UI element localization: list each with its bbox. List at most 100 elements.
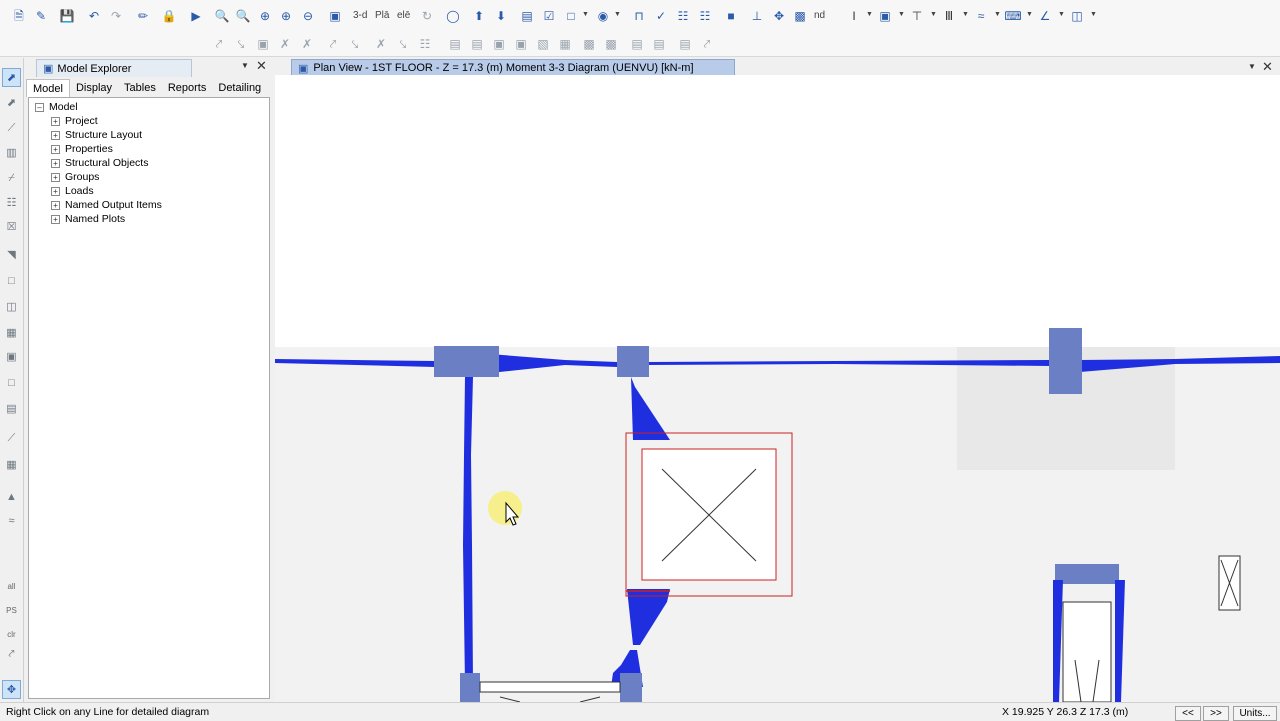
snap-intersection-icon[interactable]: ✗: [276, 35, 294, 53]
draw-beam-icon[interactable]: ⊤: [908, 7, 926, 25]
snap-end-icon[interactable]: ⤥: [346, 35, 364, 53]
run-analysis-icon[interactable]: ▶: [187, 7, 205, 25]
chevron-down-icon[interactable]: ▼: [898, 11, 905, 18]
model-explorer-title-tab[interactable]: ▣ Model Explorer: [36, 59, 192, 77]
chevron-down-icon[interactable]: ▼: [1058, 11, 1065, 18]
draw-section-icon[interactable]: Ⅲ: [940, 7, 958, 25]
chevron-down-icon[interactable]: ▼: [582, 11, 589, 18]
snap-mid-icon[interactable]: ⤤: [324, 35, 342, 53]
assign-shell-icon[interactable]: ▤: [468, 35, 486, 53]
draw-beam-tool-icon[interactable]: ⌿: [3, 170, 20, 187]
draw-text-icon[interactable]: I: [845, 7, 863, 25]
expand-icon[interactable]: +: [51, 214, 60, 224]
draw-tendon-icon[interactable]: ≈: [972, 7, 990, 25]
draw-rect-floor-icon[interactable]: □: [3, 272, 20, 289]
intersect-select-icon[interactable]: ⤤: [3, 646, 20, 663]
save-icon[interactable]: 💾: [58, 7, 76, 25]
draw-line-icon[interactable]: ⟋: [3, 120, 20, 137]
tree-item-project[interactable]: + Project: [51, 114, 98, 128]
tree-item-structural-objects[interactable]: + Structural Objects: [51, 156, 148, 170]
panel-menu-chevron-icon[interactable]: ▼: [241, 61, 249, 70]
view-3d-button[interactable]: 3-d: [353, 7, 367, 25]
assign-frame-icon[interactable]: ▤: [446, 35, 464, 53]
beam-moment-diagram[interactable]: [463, 377, 473, 685]
draw-wall-stack-icon[interactable]: ▦: [3, 324, 20, 341]
draw-opening-tool-icon[interactable]: □: [3, 374, 20, 391]
move-up-icon[interactable]: ⬆: [470, 7, 488, 25]
draw-wall-tool-icon[interactable]: ◫: [3, 298, 20, 315]
snap-line-icon[interactable]: ⤥: [232, 35, 250, 53]
assign-temp-icon[interactable]: ▤: [628, 35, 646, 53]
tab-detailing[interactable]: Detailing: [212, 79, 267, 96]
select-check-icon[interactable]: ☑: [540, 7, 558, 25]
view-elevation-button[interactable]: elē: [397, 7, 410, 25]
zoom-out-icon[interactable]: ⊕: [277, 7, 295, 25]
zoom-window-icon[interactable]: 🔍: [213, 7, 231, 25]
snap-perp-icon[interactable]: ✗: [298, 35, 316, 53]
reshape-icon[interactable]: ⬈: [3, 94, 20, 111]
lock-icon[interactable]: 🔒: [160, 7, 178, 25]
column[interactable]: [460, 673, 480, 702]
zoom-in-icon[interactable]: ⊕: [256, 7, 274, 25]
open-model-icon[interactable]: ✎: [32, 7, 50, 25]
select-all-icon[interactable]: all: [3, 578, 20, 595]
redo-icon[interactable]: ↷: [107, 7, 125, 25]
expand-icon[interactable]: +: [51, 144, 60, 154]
previous-button[interactable]: <<: [1175, 706, 1201, 721]
assign-link-icon[interactable]: ▣: [512, 35, 530, 53]
draw-support-icon[interactable]: ⊥: [748, 7, 766, 25]
draw-brace-icon[interactable]: ✓: [652, 7, 670, 25]
view-plan-button[interactable]: Plā: [375, 7, 389, 25]
perspective-icon[interactable]: ◯: [444, 7, 462, 25]
draw-column-icon[interactable]: ■: [722, 7, 740, 25]
draw-link-icon[interactable]: ▤: [3, 400, 20, 417]
snap-parallel-icon[interactable]: ⤥: [394, 35, 412, 53]
chevron-down-icon[interactable]: ▼: [962, 11, 969, 18]
snap-corner-icon[interactable]: ▣: [254, 35, 272, 53]
snap-grid-icon[interactable]: ☷: [416, 35, 434, 53]
column[interactable]: [434, 346, 499, 377]
new-model-icon[interactable]: 🗎: [10, 7, 28, 25]
previous-selection-icon[interactable]: PS: [3, 602, 20, 619]
set-display-icon[interactable]: □: [562, 7, 580, 25]
nd-button[interactable]: nd: [814, 7, 825, 25]
tab-model[interactable]: Model: [26, 79, 70, 97]
draw-grid-icon[interactable]: ☷: [674, 7, 692, 25]
units-button[interactable]: Units...: [1233, 706, 1277, 721]
chevron-down-icon[interactable]: ▼: [866, 11, 873, 18]
tab-reports[interactable]: Reports: [162, 79, 213, 96]
draw-spring-icon[interactable]: ≈: [3, 512, 20, 529]
draw-lines-region-icon[interactable]: ▥: [3, 144, 20, 161]
draw-grid-tool-icon[interactable]: ▦: [3, 456, 20, 473]
chevron-down-icon[interactable]: ▼: [1026, 11, 1033, 18]
view-close-icon[interactable]: ✕: [1262, 59, 1273, 75]
column[interactable]: [617, 346, 649, 377]
draw-ramp-icon[interactable]: ⟋: [3, 430, 20, 447]
pointer-select-icon[interactable]: ⬈: [2, 68, 21, 87]
snap-options-icon[interactable]: ✥: [2, 680, 21, 699]
expand-icon[interactable]: +: [51, 116, 60, 126]
draw-area-icon[interactable]: ▩: [791, 7, 809, 25]
draw-pencil-icon[interactable]: ✏: [134, 7, 152, 25]
draw-secondary-icon[interactable]: ☷: [3, 194, 20, 211]
assign-joint-icon[interactable]: ▣: [490, 35, 508, 53]
extrude-icon[interactable]: ◉: [594, 7, 612, 25]
view-menu-chevron-icon[interactable]: ▼: [1248, 62, 1256, 71]
draw-frame-icon[interactable]: ⊓: [630, 7, 648, 25]
snap-point-icon[interactable]: ⤤: [210, 35, 228, 53]
object-shrink-icon[interactable]: ▤: [518, 7, 536, 25]
expand-icon[interactable]: +: [51, 186, 60, 196]
clear-selection-icon[interactable]: clr: [3, 626, 20, 643]
expand-icon[interactable]: +: [51, 172, 60, 182]
undo-icon[interactable]: ↶: [85, 7, 103, 25]
draw-dimension-icon[interactable]: ∠: [1036, 7, 1054, 25]
column[interactable]: [1055, 564, 1119, 584]
draw-reference-icon[interactable]: ◫: [1068, 7, 1086, 25]
assign-pier-icon[interactable]: ⤤: [698, 35, 716, 53]
assign-spring-icon[interactable]: ▤: [650, 35, 668, 53]
draw-wall-icon[interactable]: ☷: [696, 7, 714, 25]
tree-root-model[interactable]: – Model: [35, 100, 78, 114]
set-view-icon[interactable]: ▣: [326, 7, 344, 25]
assign-release-icon[interactable]: ▧: [534, 35, 552, 53]
tab-display[interactable]: Display: [70, 79, 118, 96]
